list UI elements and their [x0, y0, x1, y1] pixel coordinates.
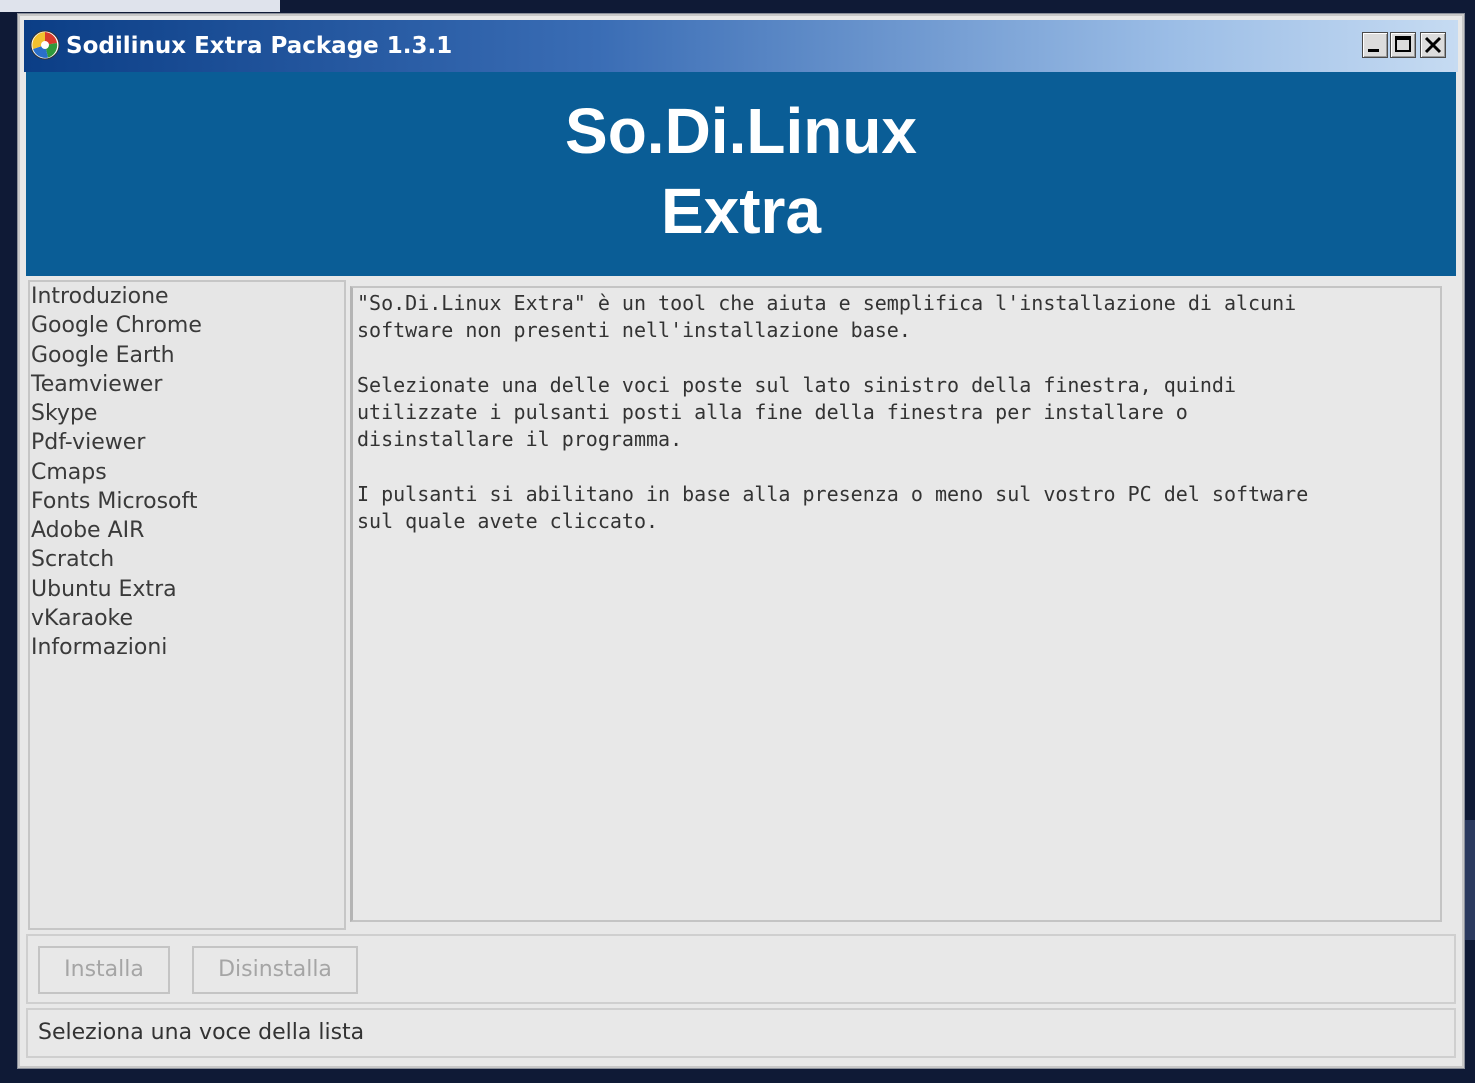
minimize-icon — [1368, 49, 1379, 52]
description-panel: "So.Di.Linux Extra" è un tool che aiuta … — [350, 286, 1442, 922]
banner-title: So.Di.Linux — [565, 95, 917, 167]
list-item-ubuntu-extra[interactable]: Ubuntu Extra — [30, 575, 344, 604]
description-paragraph-intro: "So.Di.Linux Extra" è un tool che aiuta … — [357, 291, 1297, 343]
list-item-pdf-viewer[interactable]: Pdf-viewer — [30, 428, 344, 457]
description-paragraph-buttons: I pulsanti si abilitano in base alla pre… — [357, 482, 1309, 534]
maximize-icon — [1395, 36, 1411, 52]
install-button[interactable]: Installa — [38, 946, 170, 994]
close-icon — [1424, 36, 1442, 54]
list-item-google-earth[interactable]: Google Earth — [30, 341, 344, 370]
list-item-teamviewer[interactable]: Teamviewer — [30, 370, 344, 399]
action-button-bar: Installa Disinstalla — [26, 934, 1456, 1004]
list-item-informazioni[interactable]: Informazioni — [30, 633, 344, 662]
list-item-scratch[interactable]: Scratch — [30, 545, 344, 574]
close-button[interactable] — [1420, 32, 1446, 58]
uninstall-button[interactable]: Disinstalla — [192, 946, 358, 994]
list-item-introduzione[interactable]: Introduzione — [30, 282, 344, 311]
app-logo-icon — [30, 30, 60, 60]
list-item-vkaraoke[interactable]: vKaraoke — [30, 604, 344, 633]
status-text: Seleziona una voce della lista — [38, 1020, 365, 1045]
list-item-cmaps[interactable]: Cmaps — [30, 458, 344, 487]
status-bar: Seleziona una voce della lista — [26, 1008, 1456, 1058]
title-bar[interactable]: Sodilinux Extra Package 1.3.1 — [24, 20, 1458, 72]
minimize-button[interactable] — [1362, 32, 1388, 58]
banner-subtitle: Extra — [660, 175, 822, 247]
list-item-google-chrome[interactable]: Google Chrome — [30, 311, 344, 340]
window-title: Sodilinux Extra Package 1.3.1 — [66, 33, 453, 59]
maximize-button[interactable] — [1390, 32, 1416, 58]
list-item-adobe-air[interactable]: Adobe AIR — [30, 516, 344, 545]
software-list[interactable]: Introduzione Google Chrome Google Earth … — [28, 280, 346, 930]
desktop-background-strip — [0, 0, 280, 12]
description-paragraph-usage: Selezionate una delle voci poste sul lat… — [357, 372, 1236, 452]
list-item-skype[interactable]: Skype — [30, 399, 344, 428]
header-banner: So.Di.Linux Extra — [26, 72, 1456, 276]
desktop-background-edge — [1465, 820, 1475, 940]
app-window: Sodilinux Extra Package 1.3.1 So.Di.Linu… — [18, 14, 1464, 1068]
list-item-fonts-microsoft[interactable]: Fonts Microsoft — [30, 487, 344, 516]
